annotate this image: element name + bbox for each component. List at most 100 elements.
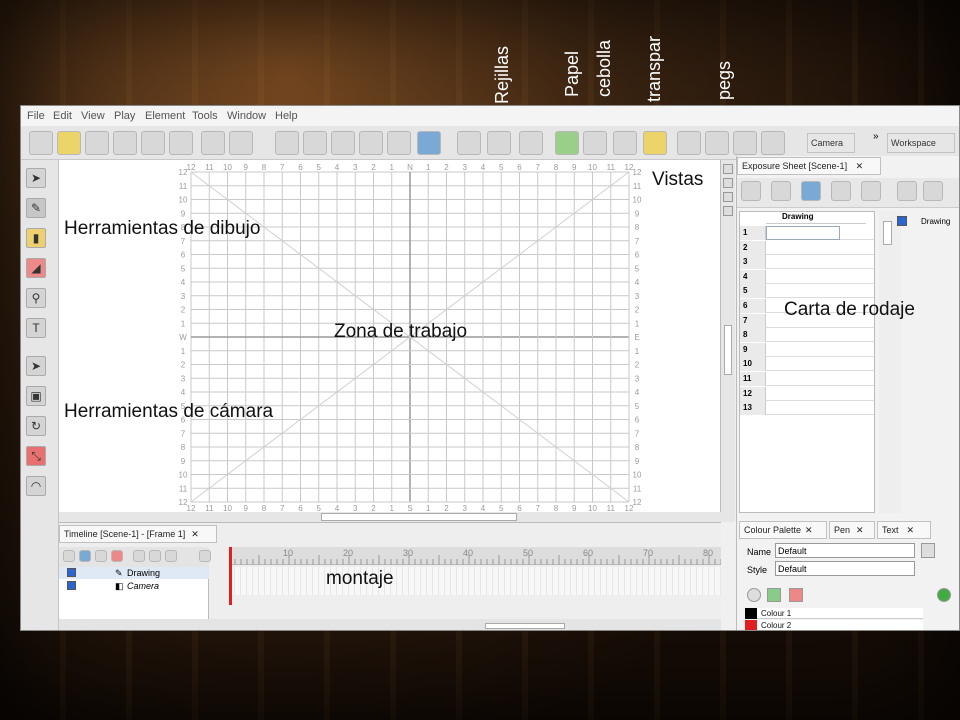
menu-element[interactable]: Element: [145, 110, 185, 122]
exposure-grid[interactable]: Drawing 1 2 3 4 5 6 7 8 9 10 11 12 13: [739, 211, 875, 513]
play-icon[interactable]: [331, 131, 355, 155]
light-table-icon[interactable]: [643, 131, 667, 155]
onion-next-icon[interactable]: [613, 131, 637, 155]
eraser-tool-icon[interactable]: ◢: [26, 258, 46, 278]
palette-options-icon[interactable]: [937, 588, 951, 602]
scale-tool-icon[interactable]: ⤡: [26, 446, 46, 466]
view-mode-icon[interactable]: [723, 178, 733, 188]
cut-icon[interactable]: [113, 131, 137, 155]
add-colour-icon[interactable]: [767, 588, 781, 602]
camera-dropdown[interactable]: Camera: [807, 133, 855, 153]
zoom-tool-icon[interactable]: ⚲: [26, 288, 46, 308]
layer-option-icon[interactable]: [133, 550, 145, 562]
tab-text[interactable]: Text ✕: [877, 521, 931, 539]
transform-tool-icon[interactable]: ➤: [26, 356, 46, 376]
colour-wheel-icon[interactable]: [747, 588, 761, 602]
new-icon[interactable]: [29, 131, 53, 155]
menu-edit[interactable]: Edit: [53, 110, 72, 122]
menu-tools[interactable]: Tools: [192, 110, 218, 122]
menu-help[interactable]: Help: [275, 110, 298, 122]
close-icon[interactable]: ✕: [856, 525, 864, 535]
close-icon[interactable]: ✕: [907, 525, 915, 535]
palette-style-select[interactable]: Default: [775, 561, 915, 576]
undo-icon[interactable]: [201, 131, 225, 155]
paint-tool-icon[interactable]: ▮: [26, 228, 46, 248]
layer-visible-checkbox[interactable]: [897, 216, 907, 226]
rotate-tool-icon[interactable]: ↻: [26, 416, 46, 436]
peg-reset-icon[interactable]: [761, 131, 785, 155]
brush-tool-icon[interactable]: ✎: [26, 198, 46, 218]
colour-swatch-row[interactable]: Colour 2: [745, 619, 923, 630]
last-frame-icon[interactable]: [387, 131, 411, 155]
add-column-icon[interactable]: [741, 181, 761, 201]
onion-prev-icon[interactable]: [583, 131, 607, 155]
tab-exposure-sheet[interactable]: Exposure Sheet [Scene-1] ✕: [737, 157, 881, 175]
onion-skin-icon[interactable]: [555, 131, 579, 155]
layer-row[interactable]: ✎ Drawing: [59, 567, 209, 579]
save-icon[interactable]: [85, 131, 109, 155]
tab-colour-palette[interactable]: Colour Palette ✕: [739, 521, 827, 539]
field-grid-icon[interactable]: [487, 131, 511, 155]
copy-icon[interactable]: [141, 131, 165, 155]
link-icon[interactable]: [897, 181, 917, 201]
frame-cell-selected[interactable]: [766, 226, 840, 240]
next-frame-icon[interactable]: [359, 131, 383, 155]
frame-ruler[interactable]: 10 20 30 40 50 60 70 80: [228, 547, 722, 565]
workspace-dropdown[interactable]: Workspace: [887, 133, 955, 153]
timeline-scrollbar[interactable]: [485, 623, 565, 629]
frame-row[interactable]: 3: [740, 255, 874, 270]
toolbar-more[interactable]: »: [873, 131, 879, 142]
grid-icon[interactable]: [457, 131, 481, 155]
playhead[interactable]: [229, 547, 232, 605]
frame-cells[interactable]: [229, 567, 721, 595]
delete-layer-icon[interactable]: [111, 550, 123, 562]
menu-view[interactable]: View: [81, 110, 105, 122]
camera-move-icon[interactable]: ▣: [26, 386, 46, 406]
layer-enable-checkbox[interactable]: [67, 568, 76, 577]
frame-row[interactable]: 12: [740, 386, 874, 401]
column-icon[interactable]: [801, 181, 821, 201]
palette-name-select[interactable]: Default: [775, 543, 915, 558]
frame-row[interactable]: 5: [740, 284, 874, 299]
text-tool-icon[interactable]: T: [26, 318, 46, 338]
layer-row[interactable]: ◧ Camera: [59, 580, 209, 592]
layer-option-icon[interactable]: [199, 550, 211, 562]
frame-row[interactable]: 9: [740, 342, 874, 357]
unlink-icon[interactable]: [923, 181, 943, 201]
add-drawing-icon[interactable]: [771, 181, 791, 201]
layer-option-icon[interactable]: [95, 550, 107, 562]
select-tool-icon[interactable]: ➤: [26, 168, 46, 188]
loop-icon[interactable]: [417, 131, 441, 155]
frame-row[interactable]: 1: [740, 226, 874, 240]
layer-option-icon[interactable]: [165, 550, 177, 562]
peg-layer-icon[interactable]: [79, 550, 91, 562]
palette-browse-icon[interactable]: [921, 543, 935, 558]
canvas-horizontal-scrollbar[interactable]: [321, 513, 517, 521]
redo-icon[interactable]: [229, 131, 253, 155]
previous-frame-icon[interactable]: [303, 131, 327, 155]
colour-swatch-row[interactable]: Colour 1: [745, 608, 923, 619]
frame-row[interactable]: 4: [740, 269, 874, 284]
skew-tool-icon[interactable]: ◠: [26, 476, 46, 496]
frame-row[interactable]: 2: [740, 240, 874, 255]
menu-window[interactable]: Window: [227, 110, 266, 122]
open-icon[interactable]: [57, 131, 81, 155]
paste-icon[interactable]: [169, 131, 193, 155]
frame-row[interactable]: 13: [740, 401, 874, 416]
frame-row[interactable]: 10: [740, 357, 874, 372]
tab-timeline[interactable]: Timeline [Scene-1] - [Frame 1] ✕: [59, 525, 217, 543]
view-mode-icon[interactable]: [723, 206, 733, 216]
close-icon[interactable]: ✕: [191, 529, 199, 539]
remove-colour-icon[interactable]: [789, 588, 803, 602]
first-frame-icon[interactable]: [275, 131, 299, 155]
peg-icon[interactable]: [677, 131, 701, 155]
menu-play[interactable]: Play: [114, 110, 135, 122]
layer-option-icon[interactable]: [149, 550, 161, 562]
grid-options-icon[interactable]: [519, 131, 543, 155]
peg-rotate-icon[interactable]: [705, 131, 729, 155]
frame-row[interactable]: 8: [740, 328, 874, 343]
delete-icon[interactable]: [861, 181, 881, 201]
menu-file[interactable]: File: [27, 110, 45, 122]
add-layer-icon[interactable]: [63, 550, 75, 562]
peg-scale-icon[interactable]: [733, 131, 757, 155]
